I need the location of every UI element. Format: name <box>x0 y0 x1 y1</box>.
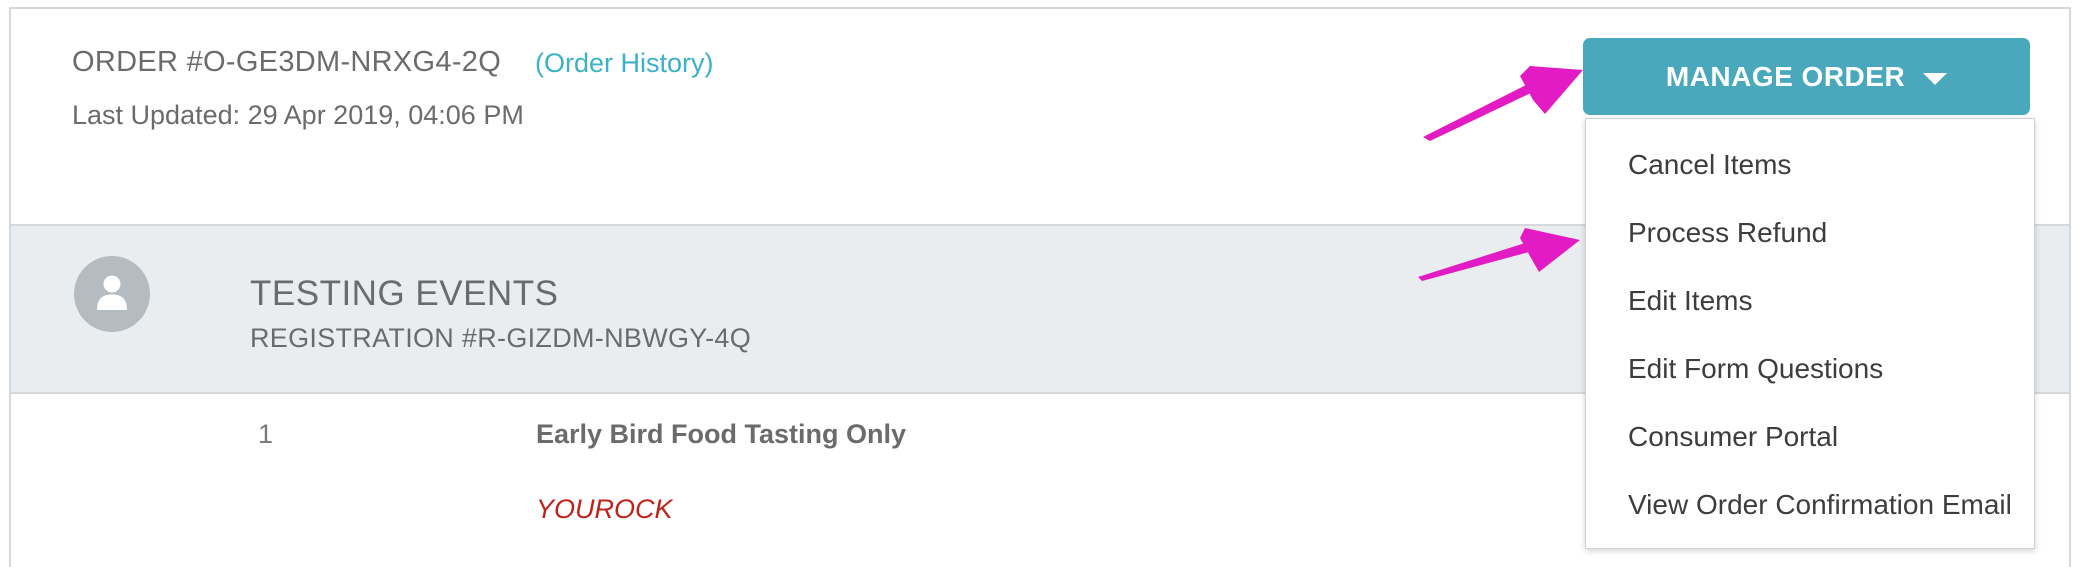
avatar <box>74 256 150 332</box>
promo-code: YOUROCK <box>536 494 673 524</box>
menu-item-process-refund[interactable]: Process Refund <box>1628 217 1827 249</box>
menu-item-view-order-confirmation-email[interactable]: View Order Confirmation Email <box>1628 489 2012 521</box>
item-name: Early Bird Food Tasting Only <box>536 419 907 449</box>
manage-order-button[interactable]: MANAGE ORDER <box>1583 38 2030 115</box>
manage-order-menu: Cancel Items Process Refund Edit Items E… <box>1585 118 2035 549</box>
manage-order-label: MANAGE ORDER <box>1665 60 1906 92</box>
last-updated-text: Last Updated: 29 Apr 2019, 04:06 PM <box>72 100 524 130</box>
user-icon <box>97 275 127 310</box>
caret-down-icon <box>1923 72 1948 85</box>
item-quantity: 1 <box>258 419 274 449</box>
menu-item-consumer-portal[interactable]: Consumer Portal <box>1628 421 1838 453</box>
menu-item-edit-form-questions[interactable]: Edit Form Questions <box>1628 353 1883 385</box>
order-title: ORDER #O-GE3DM-NRXG4-2Q <box>72 46 502 78</box>
event-name: TESTING EVENTS <box>250 274 559 313</box>
menu-item-edit-items[interactable]: Edit Items <box>1628 285 1752 317</box>
registration-number: REGISTRATION #R-GIZDM-NBWGY-4Q <box>250 323 752 353</box>
order-history-link[interactable]: (Order History) <box>535 48 714 79</box>
menu-item-cancel-items[interactable]: Cancel Items <box>1628 149 1791 181</box>
